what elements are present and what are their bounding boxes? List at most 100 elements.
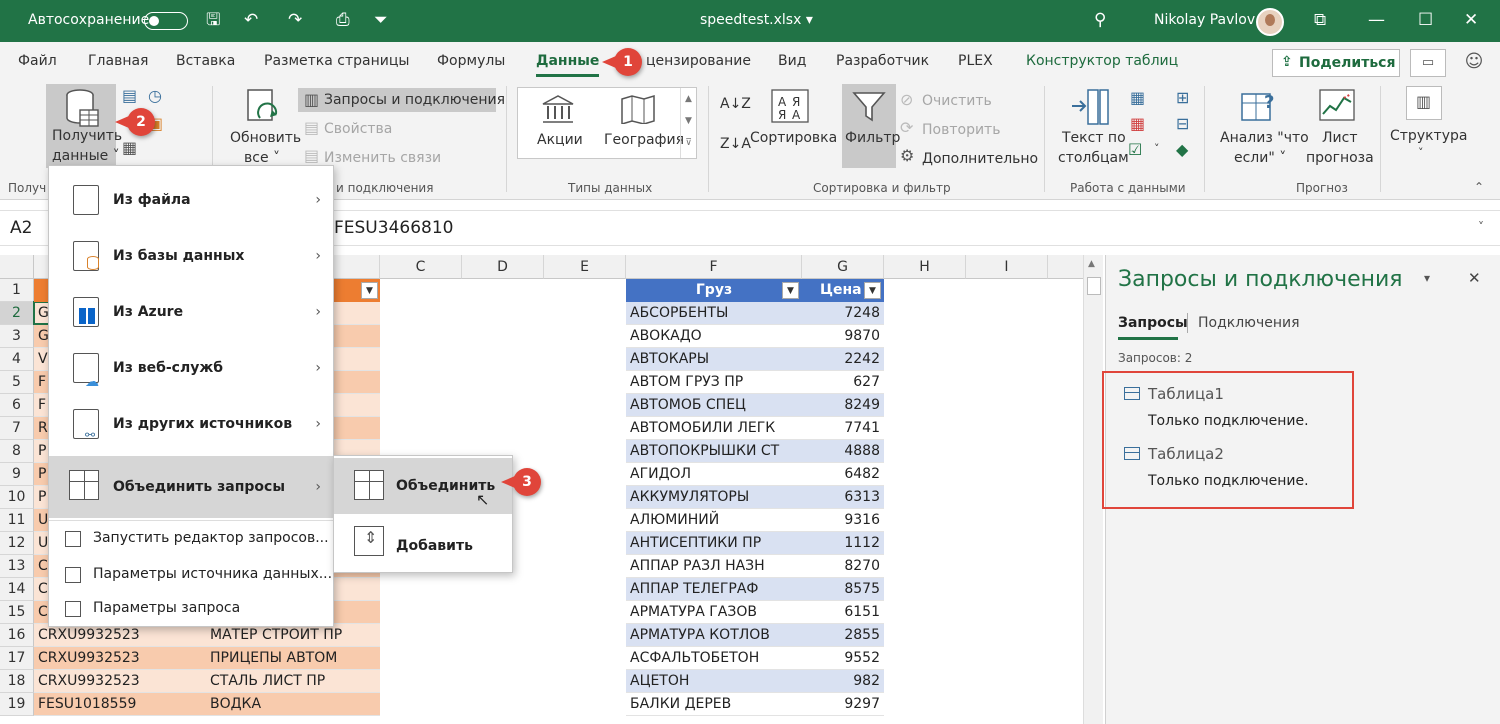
orange-filter-dropdown-icon[interactable]: ▼ — [361, 282, 378, 299]
expand-formula-bar-icon[interactable]: ˅ — [1478, 220, 1484, 234]
data-model-icon[interactable]: ◆ — [1176, 140, 1188, 159]
tab-review[interactable]: цензирование — [646, 53, 751, 69]
price-cell[interactable]: 9297 — [802, 693, 884, 716]
table-cell-a[interactable]: CRXU9932523 — [34, 624, 206, 647]
row-header[interactable]: 15 — [0, 601, 34, 624]
row-header[interactable]: 7 — [0, 417, 34, 440]
what-if-label-2[interactable]: если" ˅ — [1234, 150, 1286, 166]
pane-close-icon[interactable]: ✕ — [1468, 269, 1481, 287]
price-cell[interactable]: 627 — [802, 371, 884, 394]
cargo-cell[interactable]: АВТОМОБИЛИ ЛЕГК — [626, 417, 802, 440]
avatar[interactable] — [1256, 8, 1284, 36]
forecast-label-2[interactable]: прогноза — [1306, 150, 1374, 166]
feedback-smiley-icon[interactable]: ☺ — [1456, 49, 1492, 77]
table-cell-b[interactable]: ВОДКА — [206, 693, 380, 716]
menu-item-from-other-sources[interactable]: ⚯ Из других источников › — [49, 396, 333, 452]
properties-label[interactable]: Свойства — [324, 121, 392, 137]
price-filter-dropdown-icon[interactable]: ▼ — [864, 282, 881, 299]
relationships-icon[interactable]: ⊟ — [1176, 114, 1189, 133]
row-header[interactable]: 6 — [0, 394, 34, 417]
row-header[interactable]: 5 — [0, 371, 34, 394]
query-item-table2[interactable]: Таблица2 Только подключение. — [1120, 441, 1350, 495]
close-icon[interactable]: ✕ — [1464, 10, 1478, 30]
autosave-toggle[interactable] — [144, 12, 188, 30]
row-header[interactable]: 8 — [0, 440, 34, 463]
row-header[interactable]: 9 — [0, 463, 34, 486]
cargo-cell[interactable]: АНТИСЕПТИКИ ПР — [626, 532, 802, 555]
forecast-label-1[interactable]: Лист — [1322, 130, 1357, 146]
price-cell[interactable]: 8249 — [802, 394, 884, 417]
collapse-ribbon-icon[interactable]: ⌃ — [1474, 180, 1484, 194]
price-cell[interactable]: 8270 — [802, 555, 884, 578]
price-cell[interactable]: 7248 — [802, 302, 884, 325]
tab-developer[interactable]: Разработчик — [836, 53, 929, 69]
what-if-label-1[interactable]: Анализ "что — [1220, 130, 1309, 146]
file-name[interactable]: speedtest.xlsx ▾ — [700, 12, 813, 28]
price-cell[interactable]: 2855 — [802, 624, 884, 647]
row-header[interactable]: 3 — [0, 325, 34, 348]
refresh-label-1[interactable]: Обновить — [230, 130, 301, 146]
menu-item-from-file[interactable]: Из файла › — [49, 172, 333, 228]
query-item-table1[interactable]: Таблица1 Только подключение. — [1120, 381, 1350, 435]
text-to-columns-label-2[interactable]: столбцам — [1058, 150, 1129, 166]
cargo-cell[interactable]: АВОКАДО — [626, 325, 802, 348]
price-cell[interactable]: 7741 — [802, 417, 884, 440]
price-cell[interactable]: 4888 — [802, 440, 884, 463]
row-header[interactable]: 10 — [0, 486, 34, 509]
cargo-cell[interactable]: АРМАТУРА ГАЗОВ — [626, 601, 802, 624]
column-header-e[interactable]: E — [544, 255, 626, 279]
cargo-cell[interactable]: АБСОРБЕНТЫ — [626, 302, 802, 325]
scroll-up-icon[interactable]: ▲ — [1088, 259, 1095, 269]
sort-label[interactable]: Сортировка — [750, 130, 837, 146]
menu-item-combine-queries[interactable]: Объединить запросы › — [49, 456, 333, 518]
table-cell-b[interactable]: МАТЕР СТРОИТ ПР — [206, 624, 380, 647]
row-header[interactable]: 11 — [0, 509, 34, 532]
name-box[interactable]: A2 — [10, 218, 32, 238]
cargo-cell[interactable]: АППАР ТЕЛЕГРАФ — [626, 578, 802, 601]
clear-label[interactable]: Очистить — [922, 93, 992, 109]
cargo-cell[interactable]: АГИДОЛ — [626, 463, 802, 486]
price-cell[interactable]: 8575 — [802, 578, 884, 601]
table-cell-a[interactable]: CRXU9932523 — [34, 670, 206, 693]
tab-insert[interactable]: Вставка — [176, 53, 235, 69]
row-header[interactable]: 19 — [0, 693, 34, 716]
outline-chevron-icon[interactable]: ˅ — [1418, 146, 1424, 159]
table-cell-a[interactable]: CRXU9932523 — [34, 647, 206, 670]
from-table-icon[interactable]: ▦ — [122, 138, 137, 157]
table-cell-a[interactable]: FESU1018559 — [34, 693, 206, 716]
cargo-cell[interactable]: АРМАТУРА КОТЛОВ — [626, 624, 802, 647]
row-header[interactable]: 17 — [0, 647, 34, 670]
tab-view[interactable]: Вид — [778, 53, 806, 69]
tab-table-design[interactable]: Конструктор таблиц — [1026, 53, 1178, 69]
price-cell[interactable]: 6151 — [802, 601, 884, 624]
consolidate-icon[interactable]: ⊞ — [1176, 88, 1189, 107]
column-header-c[interactable]: C — [380, 255, 462, 279]
data-validation-icon[interactable]: ☑ — [1128, 140, 1142, 159]
price-cell[interactable]: 6313 — [802, 486, 884, 509]
outline-label[interactable]: Структура — [1390, 128, 1467, 144]
from-text-icon[interactable]: ▤ — [122, 86, 137, 105]
row-header[interactable]: 12 — [0, 532, 34, 555]
menu-item-launch-query-editor[interactable]: Запустить редактор запросов... — [49, 522, 333, 556]
geography-label[interactable]: География — [604, 132, 684, 148]
column-header-g[interactable]: G — [802, 255, 884, 279]
column-header-d[interactable]: D — [462, 255, 544, 279]
tab-plex[interactable]: PLEX — [958, 53, 993, 69]
flash-fill-icon[interactable]: ▦ — [1130, 88, 1145, 107]
menu-item-query-options[interactable]: Параметры запроса — [49, 592, 333, 626]
table-cell-b[interactable]: ПРИЦЕПЫ АВТОМ — [206, 647, 380, 670]
row-header[interactable]: 2 — [0, 302, 34, 325]
submenu-item-append[interactable]: ⇕ Добавить — [334, 518, 512, 572]
price-cell[interactable]: 6482 — [802, 463, 884, 486]
cargo-cell[interactable]: АККУМУЛЯТОРЫ — [626, 486, 802, 509]
column-header-f[interactable]: F — [626, 255, 802, 279]
recent-sources-icon[interactable]: ◷ — [148, 86, 162, 105]
submenu-item-merge[interactable]: Объединить ↖ — [334, 458, 512, 514]
column-header-h[interactable]: H — [884, 255, 966, 279]
row-header[interactable]: 13 — [0, 555, 34, 578]
row-header[interactable]: 16 — [0, 624, 34, 647]
user-name[interactable]: Nikolay Pavlov — [1154, 12, 1255, 28]
tab-page-layout[interactable]: Разметка страницы — [264, 53, 409, 69]
cargo-cell[interactable]: АСФАЛЬТОБЕТОН — [626, 647, 802, 670]
table-cell-b[interactable]: СТАЛЬ ЛИСТ ПР — [206, 670, 380, 693]
